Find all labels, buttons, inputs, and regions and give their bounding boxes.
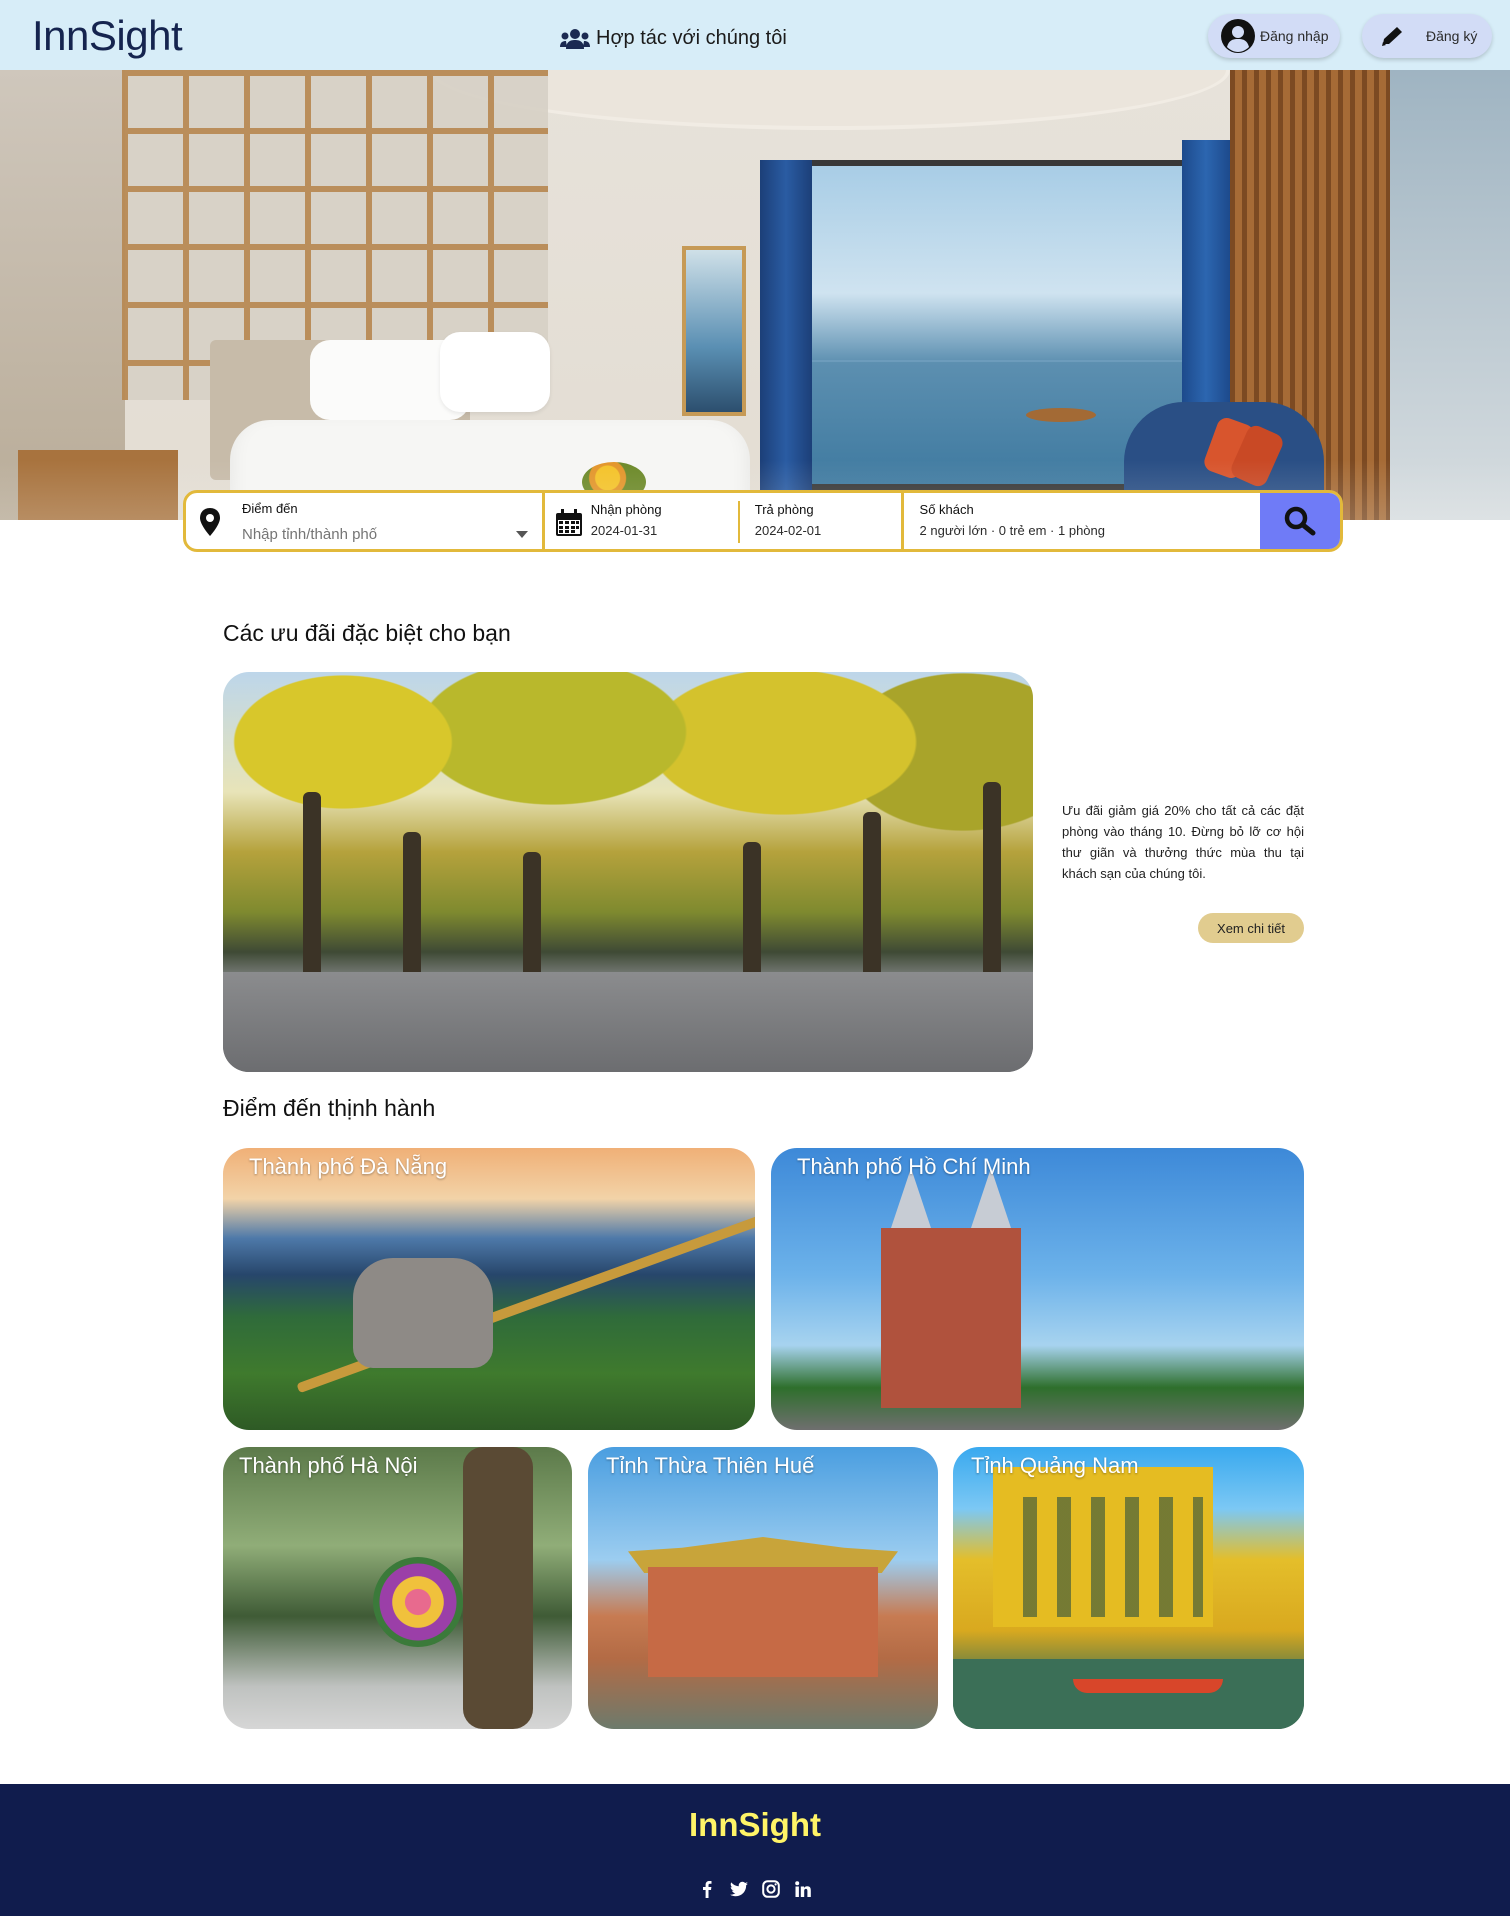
users-icon [560,28,590,49]
linkedin-icon[interactable] [794,1880,812,1898]
guests-value: 2 người lớn · 0 trẻ em · 1 phòng [919,523,1105,538]
destination-card-ha-noi[interactable]: Thành phố Hà Nội [223,1447,572,1729]
destination-label: Điểm đến [242,501,298,516]
destination-card-label: Thành phố Hà Nội [239,1453,418,1478]
facebook-icon[interactable] [698,1880,716,1898]
register-button[interactable]: Đăng ký [1362,14,1492,58]
offer-description: Ưu đãi giảm giá 20% cho tất cả các đặt p… [1062,803,1304,881]
footer-logo[interactable]: InnSight [0,1806,1510,1844]
destinations-title: Điểm đến thịnh hành [223,1095,436,1121]
guests-field[interactable]: Số khách 2 người lớn · 0 trẻ em · 1 phòn… [904,493,1261,549]
partner-link[interactable]: Hợp tác với chúng tôi [560,27,787,50]
checkout-label: Trả phòng [754,502,814,517]
register-label: Đăng ký [1426,28,1478,44]
destination-card-label: Tỉnh Thừa Thiên Huế [606,1453,815,1478]
destination-card-ho-chi-minh[interactable]: Thành phố Hồ Chí Minh [771,1148,1304,1430]
social-links [0,1880,1510,1898]
map-pin-icon [200,508,220,536]
destination-card-label: Thành phố Đà Nẵng [249,1154,448,1179]
dates-field[interactable]: Nhận phòng 2024-01-31 Trả phòng 2024-02-… [545,493,904,549]
footer: InnSight [0,1784,1510,1916]
destination-card-da-nang[interactable]: Thành phố Đà Nẵng [223,1148,755,1430]
checkin-value[interactable]: 2024-01-31 [591,523,658,538]
twitter-icon[interactable] [730,1880,748,1898]
pencil-icon [1382,27,1402,46]
caret-down-icon[interactable] [516,531,528,539]
partner-label: Hợp tác với chúng tôi [596,27,787,49]
destination-card-thua-thien-hue[interactable]: Tỉnh Thừa Thiên Huế [588,1447,938,1729]
checkin-label: Nhận phòng [590,502,662,517]
hero-banner-image [0,70,1510,520]
top-header: InnSight Hợp tác với chúng tôi Đăng nhập… [0,0,1510,70]
login-label: Đăng nhập [1260,28,1329,44]
offer-image[interactable] [223,672,1033,1072]
destination-card-label: Thành phố Hồ Chí Minh [797,1154,1031,1179]
user-circle-icon [1221,19,1255,53]
guests-label: Số khách [919,502,974,517]
destination-input[interactable] [242,523,492,545]
destination-field[interactable]: Điểm đến [186,493,545,549]
calendar-icon [555,509,582,536]
destination-card-quang-nam[interactable]: Tỉnh Quảng Nam [953,1447,1304,1729]
view-details-button[interactable]: Xem chi tiết [1198,913,1304,943]
search-bar: Điểm đến Nhận phòng 2024-01-31 Trả phòng… [183,490,1343,552]
search-button[interactable] [1260,493,1340,549]
login-button[interactable]: Đăng nhập [1208,14,1340,58]
destination-card-label: Tỉnh Quảng Nam [971,1453,1139,1478]
date-divider [737,501,740,543]
search-icon [1284,506,1316,536]
instagram-icon[interactable] [762,1880,780,1898]
site-logo[interactable]: InnSight [32,12,183,60]
offers-title: Các ưu đãi đặc biệt cho bạn [223,620,511,646]
checkout-value[interactable]: 2024-02-01 [755,523,822,538]
